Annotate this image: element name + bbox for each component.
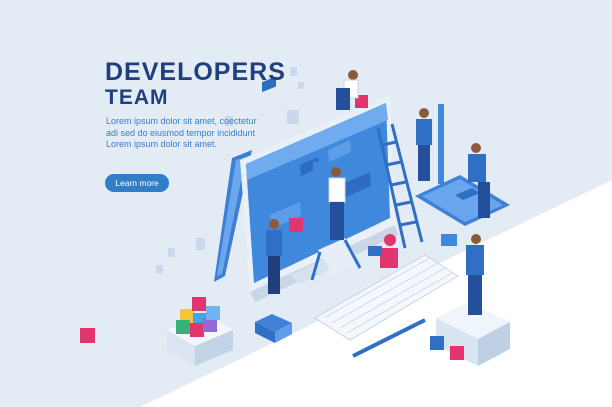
title-line-2: TEAM xyxy=(105,86,169,109)
description-line: Lorem ipsum dolor sit amet, coectetur xyxy=(106,116,257,126)
description-line: adi sed do eiusmod tempor incididunt xyxy=(106,127,256,138)
hero-description: Lorem ipsum dolor sit amet, coectetur ad… xyxy=(106,116,296,151)
title-line-1: DEVELOPERS xyxy=(105,58,286,86)
hero-title: DEVELOPERS TEAM xyxy=(105,58,286,110)
blue-cube xyxy=(430,336,444,350)
hero-banner: DEVELOPERS TEAM Lorem ipsum dolor sit am… xyxy=(0,0,612,407)
isometric-illustration xyxy=(0,0,612,407)
learn-more-button[interactable]: Learn more xyxy=(105,174,169,192)
description-line: Lorem ipsum dolor sit amet. xyxy=(106,139,218,149)
